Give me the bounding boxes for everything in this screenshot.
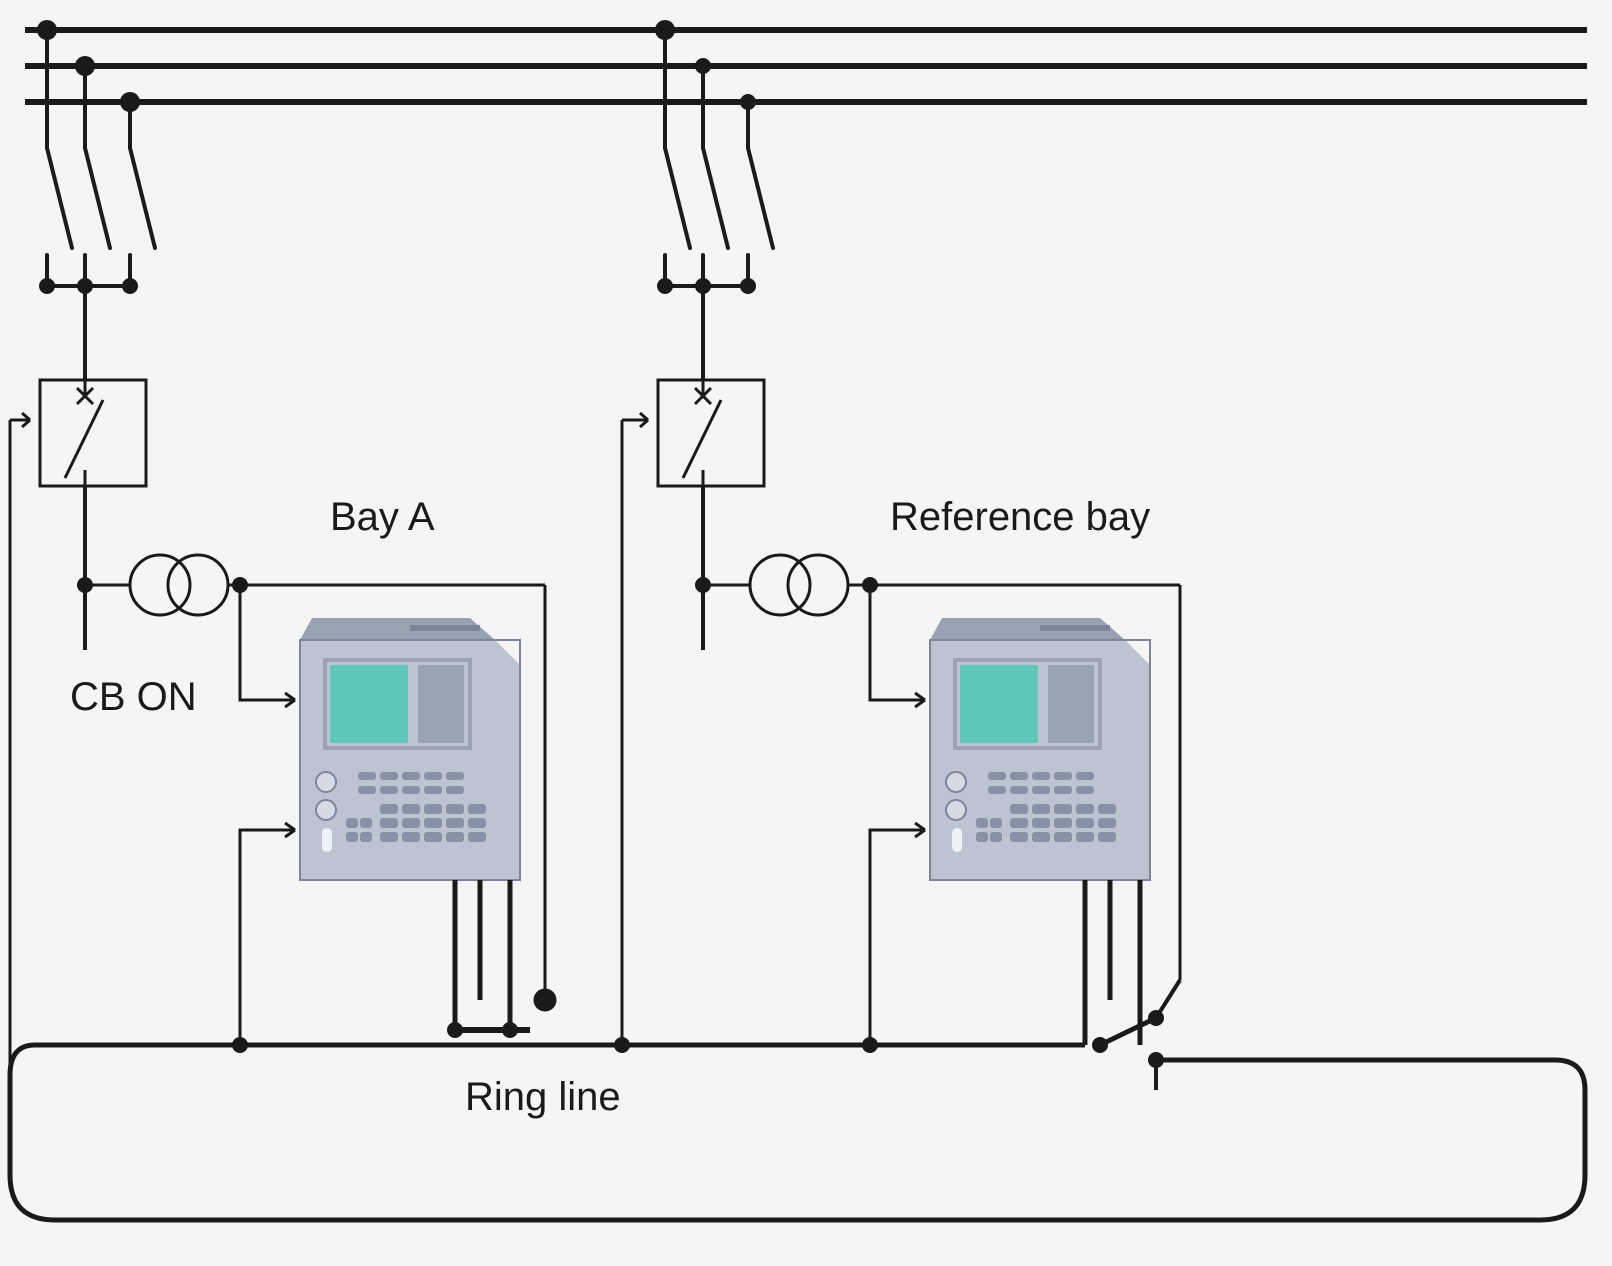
right-relay-device bbox=[930, 618, 1150, 880]
cb-on-label: CB ON bbox=[70, 675, 197, 719]
right-vt bbox=[703, 555, 1180, 615]
left-relay-device bbox=[300, 618, 520, 880]
bay-a-label: Bay A bbox=[330, 495, 435, 539]
synchrocheck-diagram: Bay A Reference bay CB ON Ring line bbox=[0, 0, 1612, 1266]
ring-line bbox=[10, 1045, 1585, 1220]
reference-bay-label: Reference bay bbox=[890, 495, 1150, 539]
busbars bbox=[25, 30, 1587, 102]
ring-changeover-switch bbox=[1092, 1010, 1164, 1068]
left-vt bbox=[85, 555, 545, 615]
right-circuit-breaker bbox=[658, 380, 764, 486]
ring-line-label: Ring line bbox=[465, 1075, 621, 1119]
left-circuit-breaker bbox=[40, 380, 146, 486]
